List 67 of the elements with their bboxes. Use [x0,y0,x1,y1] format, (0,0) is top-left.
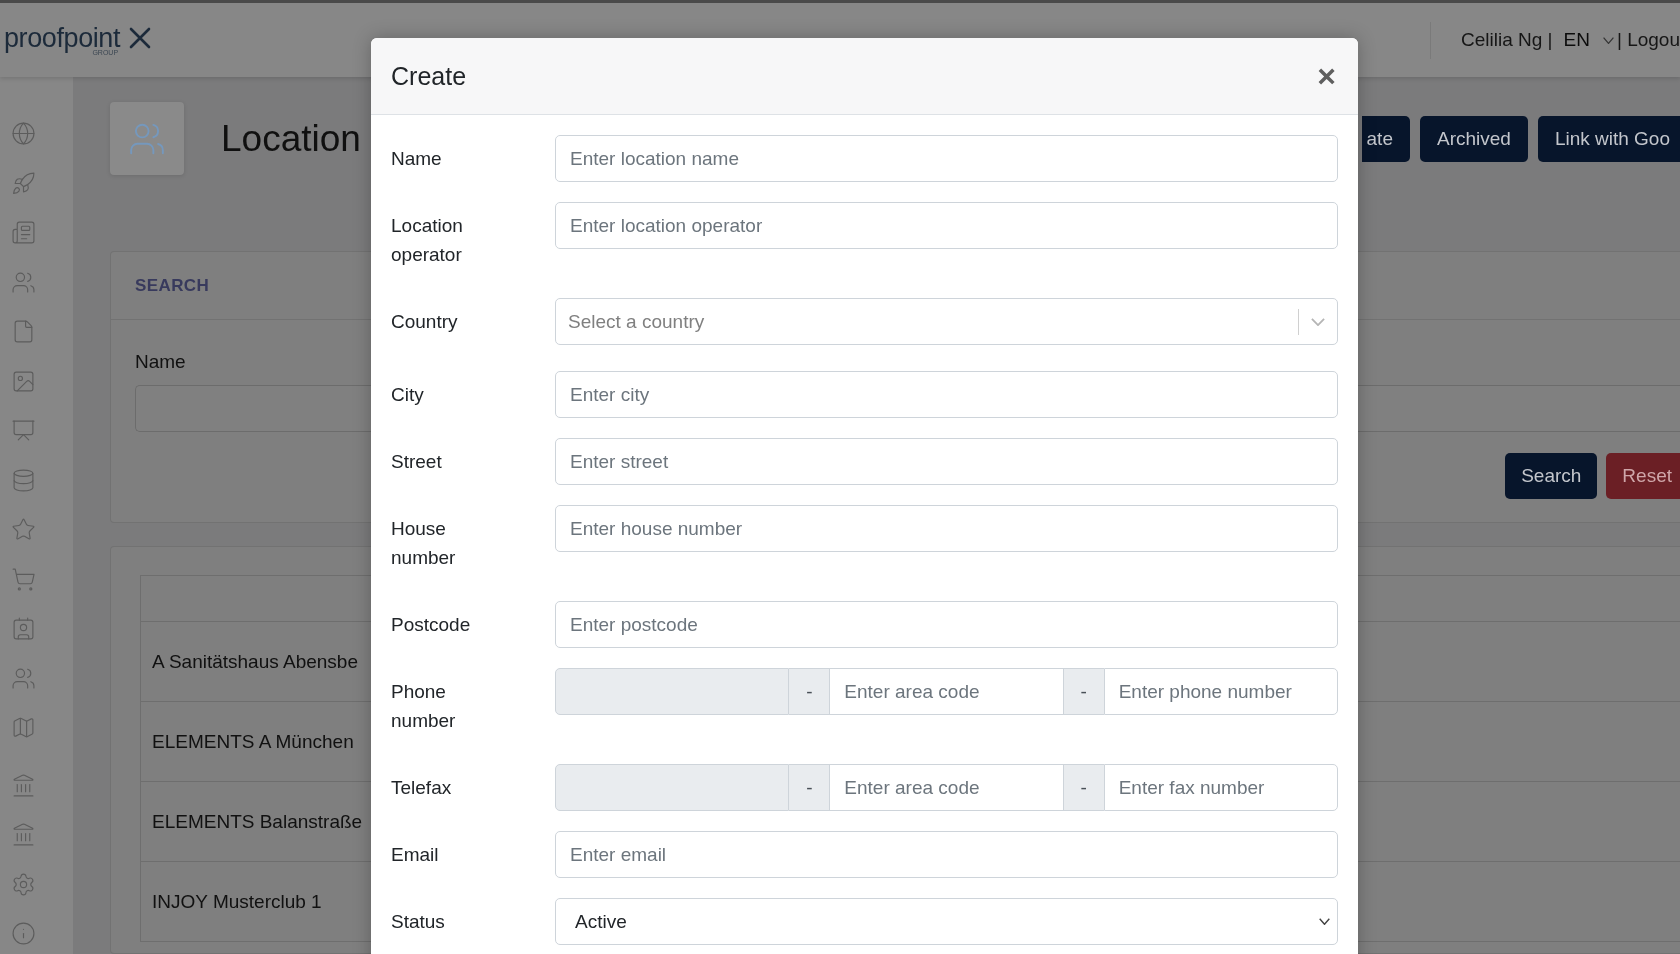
chevron-down-icon [1319,918,1330,925]
select-field[interactable]: Active [555,898,1338,945]
field-label: Status [391,910,445,934]
action-button[interactable]: Link with Goo [1537,115,1680,162]
image-icon[interactable] [11,368,36,394]
gear-icon[interactable] [11,871,36,897]
star-icon[interactable] [11,517,36,542]
logo-text: proofpoint [4,24,121,52]
chevron-down-icon [1311,317,1325,326]
dash-addon: - [1063,668,1104,715]
phone-part-field[interactable]: Enter area code [829,668,1064,715]
dropdown-field[interactable]: Select a country [555,298,1338,345]
chevron-down-icon [1602,36,1614,44]
map-icon[interactable] [11,715,36,740]
rocket-icon[interactable] [11,170,36,196]
dialog-title: Create [391,61,467,91]
users-icon [110,102,184,175]
dash-addon: - [1063,764,1104,811]
field-label: Country [391,310,458,334]
phone-part-field[interactable]: Enter area code [829,764,1064,811]
users-icon[interactable] [11,665,36,691]
logout-link[interactable]: | Logou [1616,29,1680,51]
table-cell: ELEMENTS A München [152,730,354,753]
cross-logo-icon [129,27,152,49]
field-label: Email [391,843,439,867]
user-name: Celilia Ng | [1461,29,1553,51]
text-field[interactable]: Enter postcode [555,601,1338,648]
table-cell: A Sanitätshaus Abensbe [152,650,358,673]
field-label: Name [135,350,186,374]
text-field[interactable]: Enter email [555,831,1338,878]
action-button[interactable]: Archived [1419,115,1528,162]
field-label: Name [391,147,442,171]
text-field[interactable]: Enter house number [555,505,1338,552]
text-field[interactable]: Enter location name [555,135,1338,182]
text-field[interactable]: Enter city [555,371,1338,418]
presentation-icon[interactable] [11,418,36,443]
text-field[interactable]: Enter location operator [555,202,1338,249]
globe-icon[interactable] [11,121,36,146]
field-label: Postcode [391,613,471,637]
phone-part-field[interactable]: Enter phone number [1103,668,1338,715]
users-icon[interactable] [11,269,36,295]
bank-icon[interactable] [11,772,36,798]
newspaper-icon[interactable] [11,220,36,245]
text-field[interactable]: Enter street [555,438,1338,485]
search-button[interactable]: Search [1505,453,1598,499]
table-cell: INJOY Musterclub 1 [152,890,322,913]
panel-title: SEARCH [135,275,210,296]
page-title: Location [221,117,361,160]
action-button[interactable]: ate [1361,115,1410,162]
cart-icon[interactable] [11,566,36,592]
database-icon[interactable] [11,467,36,493]
id-card-icon[interactable] [11,616,36,641]
field-label: Telefax [391,776,452,800]
field-label: City [391,383,424,407]
field-label: House number [391,517,457,570]
dash-addon: - [789,764,830,811]
table-cell: ELEMENTS Balanstraße [152,810,363,833]
field-label: Location operator [391,214,464,267]
info-icon[interactable] [11,921,36,946]
phone-part-field[interactable]: Enter fax number [1103,764,1338,811]
close-button[interactable]: × [1317,60,1336,92]
language-dropdown[interactable]: EN [1563,29,1614,51]
field-label: Street [391,450,442,474]
bank-icon[interactable] [11,822,36,847]
dash-addon: - [789,668,830,715]
reset-button[interactable]: Reset [1606,453,1680,499]
field-label: Phone number [391,680,457,733]
